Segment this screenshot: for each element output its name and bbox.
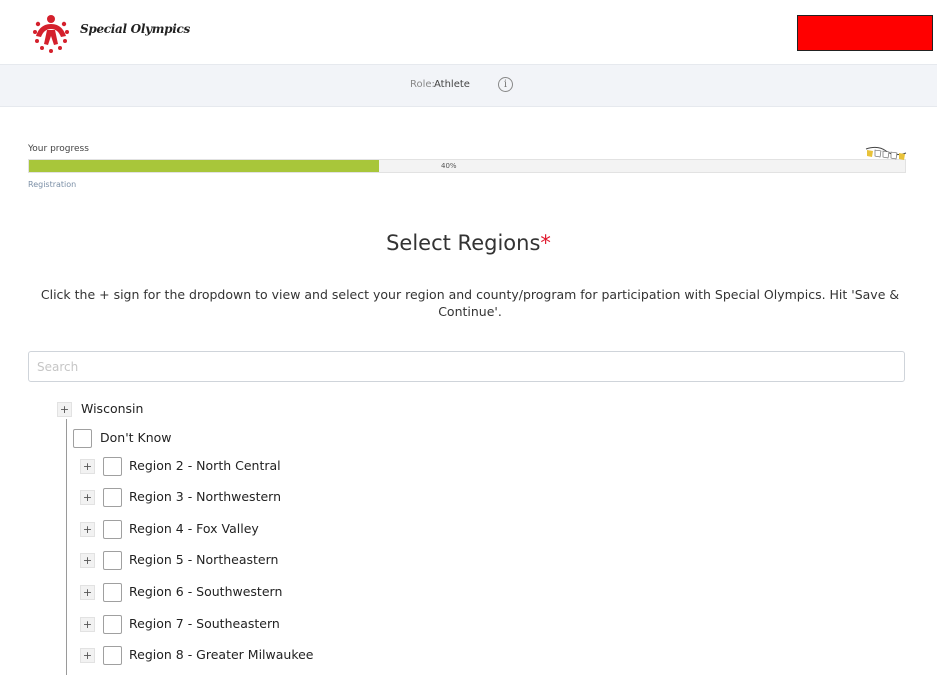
region-label[interactable]: Region 3 - Northwestern [129,489,281,504]
region-label[interactable]: Region 5 - Northeastern [129,552,278,567]
page-title: Select Regions* [0,231,937,255]
region-checkbox[interactable] [103,457,122,476]
special-olympics-logo-icon[interactable] [32,10,70,54]
region-checkbox[interactable] [103,488,122,507]
region-label[interactable]: Region 7 - Southeastern [129,616,280,631]
redacted-user-area [797,15,933,51]
region-checkbox[interactable] [103,520,122,539]
expand-region-button[interactable]: + [80,522,95,537]
region-checkbox[interactable] [103,583,122,602]
header: Special Olympics [0,0,937,64]
region-label[interactable]: Region 6 - Southwestern [129,584,282,599]
expand-wisconsin-button[interactable]: + [57,402,72,417]
role-value: Athlete [434,79,470,90]
region-label[interactable]: Region 4 - Fox Valley [129,521,259,536]
info-icon[interactable]: i [498,77,513,92]
region-label[interactable]: Region 2 - North Central [129,458,281,473]
progress-step-label: Registration [28,180,77,189]
region-checkbox[interactable] [103,646,122,665]
tree-node-wisconsin[interactable]: Wisconsin [81,401,143,416]
page-title-text: Select Regions [386,231,541,255]
expand-region-button[interactable]: + [80,648,95,663]
region-checkbox[interactable] [103,551,122,570]
logo-text: Special Olympics [80,22,190,36]
expand-region-button[interactable]: + [80,585,95,600]
expand-region-button[interactable]: + [80,459,95,474]
progress-label: Your progress [28,144,89,154]
region-label[interactable]: Region 8 - Greater Milwaukee [129,647,314,662]
role-label: Role: [410,79,435,90]
tree-connector-line [66,419,67,675]
search-input[interactable] [28,351,905,382]
expand-region-button[interactable]: + [80,553,95,568]
required-marker: * [540,231,551,255]
role-bar: Role: Athlete i [0,64,937,107]
tree-node-dont-know[interactable]: Don't Know [100,430,172,445]
finish-flag-icon [865,146,907,160]
instructions-text: Click the + sign for the dropdown to vie… [40,287,900,319]
progress-fill [29,160,380,172]
region-checkbox[interactable] [103,615,122,634]
expand-region-button[interactable]: + [80,490,95,505]
progress-bar: 40% [28,159,906,173]
checkbox-dont-know[interactable] [73,429,92,448]
progress-percent: 40% [441,162,457,170]
expand-region-button[interactable]: + [80,617,95,632]
